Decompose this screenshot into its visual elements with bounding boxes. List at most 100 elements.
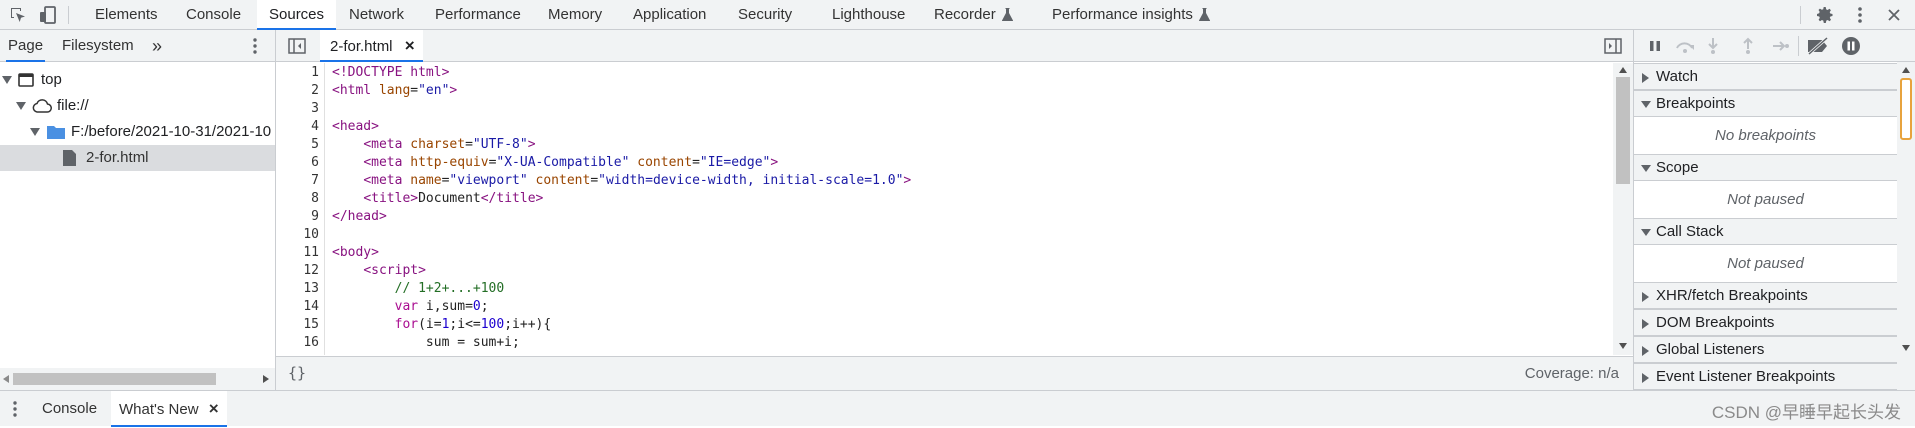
scrollbar-thumb[interactable] (1900, 78, 1912, 140)
tree-node-label: 2-for.html (86, 149, 149, 166)
toolbar-divider (1800, 6, 1801, 24)
dom-breakpoints-section-header[interactable]: DOM Breakpoints (1634, 309, 1897, 336)
line-number[interactable]: 15 (276, 316, 323, 334)
expand-triangle-icon[interactable] (16, 102, 26, 110)
code-line[interactable]: // 1+2+...+100 (332, 280, 505, 298)
pause-on-exceptions-icon[interactable] (1841, 36, 1861, 56)
code-line[interactable]: <!DOCTYPE html> (332, 64, 449, 82)
code-line[interactable]: <meta http-equiv="X-UA-Compatible" conte… (332, 154, 778, 172)
device-toolbar-icon[interactable] (38, 5, 58, 25)
coverage-status[interactable]: Coverage: n/a (1525, 365, 1619, 382)
tab-performance-insights-wrap[interactable]: Performance insights (1052, 0, 1210, 30)
drawer-tab-whats-new[interactable]: What's New × (111, 391, 227, 427)
code-editor[interactable]: 1 2 3 4 5 6 7 8 9 10 11 12 13 14 15 16 <… (276, 63, 1613, 355)
tab-filesystem[interactable]: Filesystem (62, 30, 134, 62)
line-number[interactable]: 9 (276, 208, 323, 226)
scroll-up-arrow-icon[interactable] (1902, 67, 1910, 73)
line-number[interactable]: 13 (276, 280, 323, 298)
toggle-debugger-icon[interactable] (1604, 38, 1622, 54)
line-number[interactable]: 1 (276, 64, 323, 82)
code-line[interactable]: <meta charset="UTF-8"> (332, 136, 535, 154)
tab-network[interactable]: Network (349, 0, 404, 30)
deactivate-breakpoints-icon[interactable] (1806, 37, 1830, 55)
scroll-down-arrow-icon[interactable] (1619, 343, 1627, 349)
code-line[interactable]: var i,sum=0; (332, 298, 489, 316)
scroll-down-arrow-icon[interactable] (1902, 345, 1910, 351)
line-number[interactable]: 7 (276, 172, 323, 190)
call-stack-section-header[interactable]: Call Stack (1634, 218, 1897, 245)
tab-console[interactable]: Console (186, 0, 241, 30)
xhr-breakpoints-section-header[interactable]: XHR/fetch Breakpoints (1634, 282, 1897, 309)
expand-triangle-icon[interactable] (30, 128, 40, 136)
tree-node-folder[interactable]: F:/before/2021-10-31/2021-10 (0, 119, 275, 145)
expand-triangle-icon[interactable] (2, 76, 12, 84)
code-line[interactable]: </head> (332, 208, 387, 226)
tab-recorder-wrap[interactable]: Recorder (934, 0, 1013, 30)
close-tab-icon[interactable]: × (209, 399, 219, 418)
line-number[interactable]: 3 (276, 100, 323, 118)
scrollbar-thumb[interactable] (1616, 77, 1630, 184)
global-listeners-section-header[interactable]: Global Listeners (1634, 336, 1897, 363)
more-tabs-chevron-icon[interactable]: » (152, 30, 162, 62)
file-document-icon (63, 150, 76, 166)
code-line[interactable]: <meta name="viewport" content="width=dev… (332, 172, 911, 190)
navigator-menu-kebab-icon[interactable] (247, 36, 263, 56)
tree-node-origin[interactable]: file:// (0, 93, 275, 119)
inspect-element-icon[interactable] (8, 5, 28, 25)
watch-section-header[interactable]: Watch (1634, 63, 1897, 90)
scope-section-header[interactable]: Scope (1634, 154, 1897, 181)
line-number[interactable]: 8 (276, 190, 323, 208)
tab-application[interactable]: Application (633, 0, 706, 30)
tab-memory[interactable]: Memory (548, 0, 602, 30)
line-number[interactable]: 14 (276, 298, 323, 316)
pretty-print-button[interactable]: {} (288, 364, 306, 382)
scroll-left-arrow-icon[interactable] (3, 375, 9, 383)
editor-file-tab[interactable]: 2-for.html × (320, 30, 423, 62)
line-number[interactable]: 6 (276, 154, 323, 172)
code-line[interactable]: <script> (332, 262, 426, 280)
toolbar-divider (1798, 36, 1799, 56)
scrollbar-thumb[interactable] (13, 373, 216, 385)
tab-page[interactable]: Page (6, 30, 46, 62)
line-number[interactable]: 2 (276, 82, 323, 100)
tab-security[interactable]: Security (738, 0, 792, 30)
line-number-gutter[interactable]: 1 2 3 4 5 6 7 8 9 10 11 12 13 14 15 16 (276, 63, 323, 355)
code-line[interactable]: <head> (332, 118, 379, 136)
code-line[interactable]: <title>Document</title> (332, 190, 543, 208)
code-line[interactable]: sum = sum+i; (332, 334, 520, 352)
expanded-arrow-icon (1641, 101, 1651, 108)
collapsed-arrow-icon (1642, 346, 1649, 356)
more-options-kebab-icon[interactable] (1850, 5, 1870, 25)
navigator-horizontal-scrollbar[interactable] (0, 368, 275, 390)
tab-elements[interactable]: Elements (95, 0, 158, 30)
code-line[interactable]: <body> (332, 244, 379, 262)
settings-gear-icon[interactable] (1815, 5, 1835, 25)
line-number[interactable]: 12 (276, 262, 323, 280)
tab-sources[interactable]: Sources (257, 0, 337, 30)
breakpoints-section-header[interactable]: Breakpoints (1634, 90, 1897, 117)
tab-performance[interactable]: Performance (435, 0, 521, 30)
debugger-vertical-scrollbar[interactable] (1897, 62, 1915, 390)
tree-node-top[interactable]: top (0, 67, 275, 93)
pause-script-icon[interactable] (1648, 38, 1662, 54)
drawer-menu-kebab-icon[interactable] (8, 399, 22, 419)
editor-vertical-scrollbar[interactable] (1613, 63, 1633, 355)
line-number[interactable]: 10 (276, 226, 323, 244)
drawer-tab-console[interactable]: Console (42, 391, 97, 427)
tree-node-file[interactable]: 2-for.html (0, 145, 275, 171)
line-number[interactable]: 11 (276, 244, 323, 262)
line-number[interactable]: 4 (276, 118, 323, 136)
toggle-navigator-icon[interactable] (288, 38, 306, 54)
scroll-up-arrow-icon[interactable] (1619, 67, 1627, 73)
line-number[interactable]: 5 (276, 136, 323, 154)
section-title: Scope (1656, 159, 1699, 176)
scroll-right-arrow-icon[interactable] (263, 375, 269, 383)
code-line[interactable]: <html lang="en"> (332, 82, 457, 100)
close-devtools-icon[interactable] (1884, 5, 1904, 25)
close-tab-icon[interactable]: × (405, 36, 415, 55)
tab-lighthouse[interactable]: Lighthouse (832, 0, 905, 30)
section-title: Global Listeners (1656, 341, 1765, 358)
line-number[interactable]: 16 (276, 334, 323, 352)
code-line[interactable]: for(i=1;i<=100;i++){ (332, 316, 552, 334)
event-listener-breakpoints-section-header[interactable]: Event Listener Breakpoints (1634, 363, 1897, 390)
